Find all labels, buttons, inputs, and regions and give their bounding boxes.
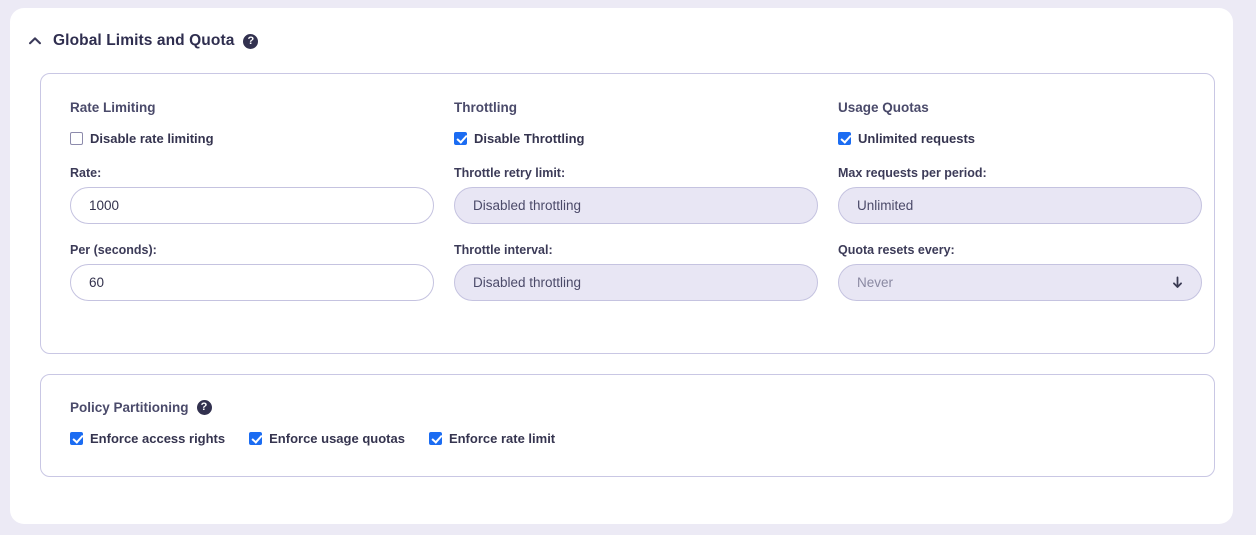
rate-field: Rate: 1000 <box>70 166 434 224</box>
policy-partitioning-title: Policy Partitioning <box>70 400 189 415</box>
disable-rate-limiting-row[interactable]: Disable rate limiting <box>70 129 434 147</box>
quota-resets-value: Never <box>857 275 894 290</box>
max-requests-field: Max requests per period: Unlimited <box>838 166 1202 224</box>
disable-throttling-label: Disable Throttling <box>474 130 585 146</box>
rate-label: Rate: <box>70 166 102 180</box>
section-header[interactable]: Global Limits and Quota ? <box>26 30 259 52</box>
limits-quota-panel: Rate Limiting Disable rate limiting Rate… <box>40 73 1215 354</box>
disable-rate-limiting-label: Disable rate limiting <box>90 130 214 146</box>
enforce-access-rights-row[interactable]: Enforce access rights <box>70 429 225 447</box>
throttling-column: Throttling Disable Throttling Throttle r… <box>454 100 818 301</box>
throttle-interval-label: Throttle interval: <box>454 243 553 257</box>
throttle-retry-limit-field: Throttle retry limit: Disabled throttlin… <box>454 166 818 224</box>
disable-rate-limiting-checkbox[interactable] <box>70 131 83 145</box>
quota-resets-label: Quota resets every: <box>838 243 955 257</box>
unlimited-requests-checkbox[interactable] <box>838 131 851 145</box>
enforce-usage-quotas-label: Enforce usage quotas <box>269 430 405 446</box>
usage-quotas-title: Usage Quotas <box>838 100 929 115</box>
limits-columns: Rate Limiting Disable rate limiting Rate… <box>41 74 1214 353</box>
max-requests-input: Unlimited <box>838 187 1202 224</box>
policy-partitioning-checkboxes: Enforce access rights Enforce usage quot… <box>70 429 555 447</box>
enforce-usage-quotas-checkbox[interactable] <box>249 431 263 445</box>
rate-limiting-title: Rate Limiting <box>70 100 156 115</box>
throttle-interval-field: Throttle interval: Disabled throttling <box>454 243 818 301</box>
throttle-retry-limit-label: Throttle retry limit: <box>454 166 566 180</box>
per-seconds-input[interactable]: 60 <box>70 264 434 301</box>
unlimited-requests-row[interactable]: Unlimited requests <box>838 129 1202 147</box>
page-title: Global Limits and Quota <box>53 32 235 49</box>
help-icon[interactable]: ? <box>243 33 259 49</box>
per-seconds-label: Per (seconds): <box>70 243 157 257</box>
unlimited-requests-label: Unlimited requests <box>858 130 976 146</box>
settings-card: Global Limits and Quota ? Rate Limiting … <box>10 8 1233 524</box>
enforce-rate-limit-checkbox[interactable] <box>428 431 442 445</box>
policy-partitioning-title-row: Policy Partitioning ? <box>70 400 555 415</box>
rate-limiting-column: Rate Limiting Disable rate limiting Rate… <box>70 100 434 301</box>
enforce-access-rights-label: Enforce access rights <box>90 430 226 446</box>
quota-resets-field: Quota resets every: Never <box>838 243 1202 301</box>
policy-partitioning-content: Policy Partitioning ? Enforce access rig… <box>70 400 555 447</box>
enforce-rate-limit-label: Enforce rate limit <box>448 430 556 446</box>
throttling-title: Throttling <box>454 100 517 115</box>
per-seconds-field: Per (seconds): 60 <box>70 243 434 301</box>
max-requests-label: Max requests per period: <box>838 166 987 180</box>
chevron-up-icon[interactable] <box>26 32 44 50</box>
policy-partitioning-help-icon[interactable]: ? <box>196 400 212 415</box>
disable-throttling-row[interactable]: Disable Throttling <box>454 129 818 147</box>
usage-quotas-column: Usage Quotas Unlimited requests Max requ… <box>838 100 1202 301</box>
rate-input[interactable]: 1000 <box>70 187 434 224</box>
quota-resets-select[interactable]: Never <box>838 264 1202 301</box>
throttle-retry-limit-input: Disabled throttling <box>454 187 818 224</box>
arrow-down-icon[interactable] <box>1169 275 1185 291</box>
throttle-interval-input: Disabled throttling <box>454 264 818 301</box>
policy-partitioning-panel: Policy Partitioning ? Enforce access rig… <box>40 374 1215 477</box>
enforce-access-rights-checkbox[interactable] <box>70 431 83 445</box>
enforce-usage-quotas-row[interactable]: Enforce usage quotas <box>249 429 405 447</box>
disable-throttling-checkbox[interactable] <box>454 131 467 145</box>
enforce-rate-limit-row[interactable]: Enforce rate limit <box>428 429 556 447</box>
